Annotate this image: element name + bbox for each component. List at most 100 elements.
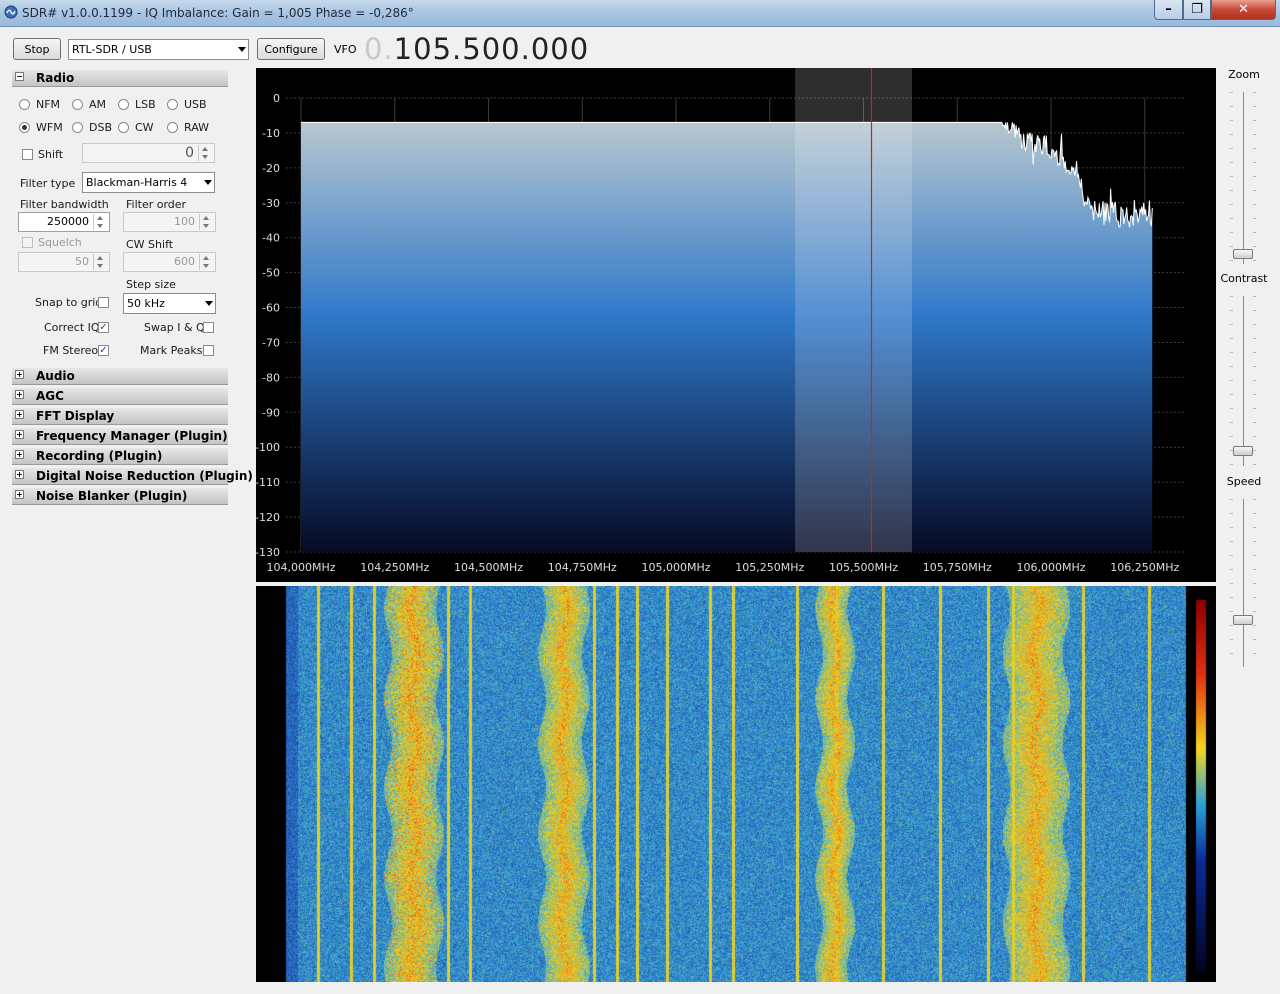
panel-title: Audio (36, 369, 75, 383)
y-tick-label: -130 (256, 546, 280, 559)
panel-title: FFT Display (36, 409, 115, 423)
squelch-checkbox[interactable] (22, 237, 33, 248)
expand-icon: + (15, 370, 24, 379)
y-tick-label: -100 (256, 441, 280, 454)
fft-display-panel-header[interactable]: + FFT Display (12, 408, 228, 425)
mode-radio-cw[interactable] (118, 122, 129, 133)
filter-type-label: Filter type (20, 177, 76, 190)
cw-shift-label: CW Shift (126, 238, 174, 251)
shift-spinner[interactable] (198, 145, 213, 161)
mode-label-nfm: NFM (36, 98, 61, 111)
y-tick-label: -30 (262, 197, 280, 210)
stop-button[interactable]: Stop (13, 38, 61, 60)
waterfall-display[interactable] (256, 586, 1216, 982)
minimize-button[interactable]: – (1154, 0, 1183, 20)
squelch-spinner[interactable] (93, 254, 108, 270)
filter-bandwidth-spinner[interactable] (93, 214, 108, 230)
x-tick-label: 104,500MHz (454, 561, 523, 574)
squelch-label: Squelch (38, 236, 82, 249)
panel-title: Digital Noise Reduction (Plugin) (36, 469, 253, 483)
y-tick-label: -120 (256, 511, 280, 524)
x-tick-label: 104,000MHz (266, 561, 335, 574)
y-tick-label: -50 (262, 267, 280, 280)
squelch-input[interactable]: 50 (18, 252, 110, 272)
noise-reduction-panel-header[interactable]: + Digital Noise Reduction (Plugin) (12, 468, 253, 485)
mode-radio-lsb[interactable] (118, 99, 129, 110)
expand-icon: + (15, 410, 24, 419)
agc-panel-header[interactable]: + AGC (12, 388, 228, 405)
shift-value: 0 (185, 145, 194, 161)
audio-panel-header[interactable]: + Audio (12, 368, 228, 385)
filter-type-value: Blackman-Harris 4 (86, 176, 188, 189)
y-tick-label: 0 (273, 92, 280, 105)
device-select-value: RTL-SDR / USB (72, 43, 152, 56)
mode-radio-wfm[interactable] (19, 122, 30, 133)
x-tick-label: 105,250MHz (735, 561, 804, 574)
filter-order-spinner[interactable] (199, 214, 214, 230)
vfo-frequency-dim: 0. (364, 32, 394, 66)
cw-shift-input[interactable]: 600 (123, 252, 216, 272)
recording-panel-header[interactable]: + Recording (Plugin) (12, 448, 228, 465)
noise-blanker-panel-header[interactable]: + Noise Blanker (Plugin) (12, 488, 228, 505)
slider-ticks (1230, 296, 1256, 466)
slider-ticks (1230, 499, 1256, 667)
radio-panel-header[interactable]: − Radio (12, 70, 228, 87)
device-select[interactable]: RTL-SDR / USB (68, 39, 249, 60)
frequency-manager-panel-header[interactable]: + Frequency Manager (Plugin) (12, 428, 228, 445)
configure-button[interactable]: Configure (257, 38, 325, 60)
swap-iq-checkbox[interactable] (203, 322, 214, 333)
mode-label-wfm: WFM (36, 121, 63, 134)
mode-radio-nfm[interactable] (19, 99, 30, 110)
mode-label-dsb: DSB (89, 121, 112, 134)
filter-bandwidth-value: 250000 (47, 215, 89, 228)
mode-radio-raw[interactable] (167, 122, 178, 133)
radio-panel-title: Radio (36, 71, 75, 85)
mode-radio-usb[interactable] (167, 99, 178, 110)
filter-order-input[interactable]: 100 (123, 212, 216, 232)
step-size-label: Step size (126, 278, 176, 291)
cw-shift-spinner[interactable] (199, 254, 214, 270)
maximize-button[interactable]: ❐ (1183, 0, 1211, 20)
panel-title: AGC (36, 389, 64, 403)
x-tick-label: 104,750MHz (548, 561, 617, 574)
filter-order-value: 100 (174, 215, 195, 228)
shift-input[interactable]: 0 (82, 143, 215, 163)
chevron-down-icon (205, 301, 213, 306)
snap-to-grid-checkbox[interactable] (98, 297, 109, 308)
x-tick-label: 104,250MHz (360, 561, 429, 574)
app-icon (4, 5, 18, 19)
mode-label-am: AM (89, 98, 107, 111)
shift-checkbox[interactable] (22, 149, 33, 160)
swap-iq-label: Swap I & Q (144, 321, 205, 334)
filter-bandwidth-input[interactable]: 250000 (18, 212, 110, 232)
check-icon: ✓ (99, 322, 108, 333)
panel-title: Noise Blanker (Plugin) (36, 489, 188, 503)
filter-bandwidth-overlay (795, 68, 912, 552)
x-tick-label: 105,000MHz (641, 561, 710, 574)
mode-label-raw: RAW (184, 121, 209, 134)
mark-peaks-checkbox[interactable] (203, 345, 214, 356)
close-button[interactable]: ✕ (1211, 0, 1276, 20)
fm-stereo-checkbox[interactable]: ✓ (98, 345, 109, 356)
step-size-value: 50 kHz (127, 297, 165, 310)
correct-iq-label: Correct IQ (44, 321, 100, 334)
filter-type-select[interactable]: Blackman-Harris 4 (82, 172, 215, 193)
y-tick-label: -60 (262, 302, 280, 315)
y-tick-label: -90 (262, 406, 280, 419)
spectrum-analyzer[interactable]: 0 -10 -20 -30 -40 -50 -60 -70 -80 -90 -100 -110 -120… (256, 68, 1216, 582)
correct-iq-checkbox[interactable]: ✓ (98, 322, 109, 333)
squelch-value: 50 (75, 255, 89, 268)
mode-radio-dsb[interactable] (72, 122, 83, 133)
cw-shift-value: 600 (174, 255, 195, 268)
x-tick-label: 105,750MHz (923, 561, 992, 574)
mode-radio-am[interactable] (72, 99, 83, 110)
mode-label-usb: USB (184, 98, 207, 111)
vfo-frequency-display[interactable]: 0.105.500.000 (364, 32, 589, 66)
filter-bandwidth-label: Filter bandwidth (20, 198, 109, 211)
x-tick-label: 106,250MHz (1110, 561, 1179, 574)
check-icon: ✓ (99, 345, 108, 356)
title-bar: SDR# v1.0.0.1199 - IQ Imbalance: Gain = … (0, 0, 1280, 27)
vfo-frequency-value: 105.500.000 (393, 32, 590, 66)
step-size-select[interactable]: 50 kHz (123, 293, 216, 314)
y-tick-label: -70 (262, 336, 280, 349)
